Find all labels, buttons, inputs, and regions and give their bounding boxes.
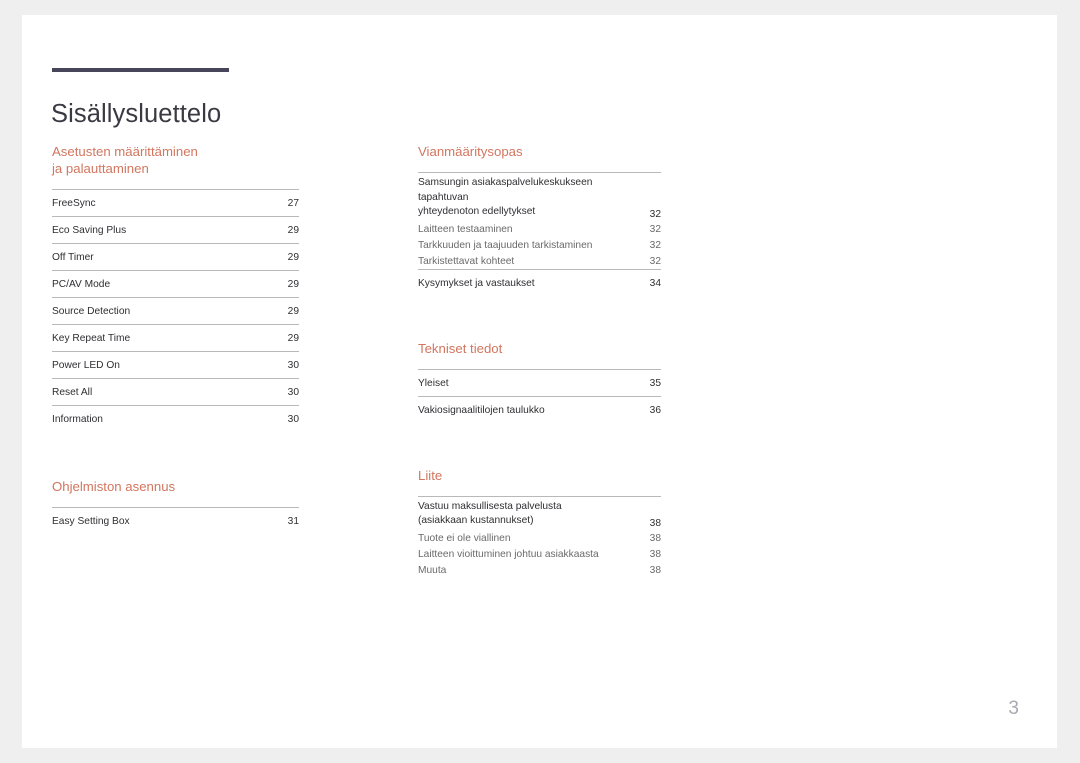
toc-entry-page-number: 32 — [649, 223, 661, 235]
toc-entry-label: FreeSync — [52, 189, 269, 217]
toc-entry-label: Key Repeat Time — [52, 324, 269, 352]
toc-table: Yleiset 35 Vakiosignaalitilojen taulukko 36 — [418, 368, 661, 423]
toc-entry-page-number: 27 — [269, 189, 299, 217]
document-page: Sisällysluettelo Asetusten määrittäminen… — [22, 15, 1057, 748]
toc-section-heading: Ohjelmiston asennus — [52, 479, 176, 494]
toc-entry-row[interactable]: Tarkkuuden ja taajuuden tarkistaminen 32 — [418, 237, 661, 253]
toc-table: FreeSync 27 Eco Saving Plus 29 Off Timer 29 PC… — [52, 189, 299, 432]
toc-entry-row[interactable]: Power LED On 30 — [52, 351, 299, 379]
toc-entry-page-number: 29 — [269, 324, 299, 352]
title-rule — [52, 68, 229, 72]
toc-entry-page-number: 32 — [631, 172, 661, 221]
toc-entry-row[interactable]: Laitteen testaaminen 32 — [418, 221, 661, 237]
toc-entry-page-number: 38 — [631, 495, 661, 530]
toc-entry-page-number: 32 — [649, 255, 661, 267]
toc-entry-row[interactable]: Muuta 38 — [418, 562, 661, 578]
toc-entry-label: Tarkistettavat kohteet — [418, 255, 515, 267]
toc-entry-page-number: 35 — [631, 368, 661, 396]
toc-entry-label: Kysymykset ja vastaukset — [418, 268, 631, 296]
toc-entry-page-number: 38 — [649, 548, 661, 560]
toc-entry-page-number: 29 — [269, 297, 299, 325]
toc-entry-row[interactable]: Key Repeat Time 29 — [52, 324, 299, 352]
toc-entry-label: Laitteen testaaminen — [418, 223, 513, 235]
toc-entry-row[interactable]: Off Timer 29 — [52, 243, 299, 271]
toc-entry-row[interactable]: Source Detection 29 — [52, 297, 299, 325]
toc-entry-page-number: 38 — [649, 532, 661, 544]
toc-entry-label: Easy Setting Box — [52, 507, 269, 534]
toc-section-heading: Vianmääritysopas — [418, 144, 523, 159]
toc-entry-label: Information — [52, 405, 269, 432]
toc-section: Tekniset tiedot Yleiset 35 Vakiosignaalitil… — [418, 340, 661, 423]
toc-entry-page-number: 30 — [269, 378, 299, 406]
toc-entry-row[interactable]: FreeSync 27 — [52, 189, 299, 217]
toc-column-right: Vianmääritysopas Samsungin asiakaspalvelu… — [418, 143, 661, 578]
toc-entry-label: Off Timer — [52, 243, 269, 271]
toc-table: Easy Setting Box 31 — [52, 507, 299, 534]
toc-entry-row[interactable]: Tarkistettavat kohteet 32 — [418, 253, 661, 270]
toc-entry-row[interactable]: Easy Setting Box 31 — [52, 507, 299, 534]
toc-entry-label: Vakiosignaalitilojen taulukko — [418, 395, 631, 423]
toc-section-heading: Asetusten määrittäminen ja palauttaminen — [52, 144, 198, 176]
toc-entry-page-number: 29 — [269, 270, 299, 298]
toc-entry-label: Muuta — [418, 564, 447, 576]
toc-entry-row[interactable]: Reset All 30 — [52, 378, 299, 406]
toc-entry-row[interactable]: PC/AV Mode 29 — [52, 270, 299, 298]
toc-section: Liite Vastuu maksullisesta palvelusta (as… — [418, 467, 661, 578]
toc-entry-label: Laitteen vioittuminen johtuu asiakkaasta — [418, 548, 599, 560]
toc-entry-label: Vastuu maksullisesta palvelusta (asiakka… — [418, 495, 631, 530]
toc-entry-label: Source Detection — [52, 297, 269, 325]
toc-entry-row[interactable]: Yleiset 35 — [418, 368, 661, 396]
toc-entry-row[interactable]: Vastuu maksullisesta palvelusta (asiakka… — [418, 495, 661, 530]
toc-section: Asetusten määrittäminen ja palauttaminen… — [52, 143, 299, 432]
toc-entry-page-number: 31 — [269, 507, 299, 534]
toc-entry-page-number: 30 — [269, 405, 299, 432]
toc-entry-label: Power LED On — [52, 351, 269, 379]
toc-section-heading: Tekniset tiedot — [418, 340, 503, 356]
toc-entry-label: Tuote ei ole viallinen — [418, 532, 511, 544]
toc-entry-page-number: 29 — [269, 243, 299, 271]
toc-entry-label: Tarkkuuden ja taajuuden tarkistaminen — [418, 239, 593, 251]
toc-entry-row[interactable]: Kysymykset ja vastaukset 34 — [418, 268, 661, 296]
toc-entry-page-number: 32 — [649, 239, 661, 251]
toc-entry-label: Samsungin asiakaspalvelukeskukseen tapah… — [418, 172, 631, 221]
toc-entry-label: Eco Saving Plus — [52, 216, 269, 244]
toc-entry-page-number: 38 — [649, 564, 661, 576]
page-title: Sisällysluettelo — [51, 100, 222, 129]
toc-entry-row[interactable]: Eco Saving Plus 29 — [52, 216, 299, 244]
toc-entry-page-number: 36 — [631, 395, 661, 423]
toc-entry-label: Yleiset — [418, 368, 631, 396]
toc-entry-label: PC/AV Mode — [52, 270, 269, 298]
toc-entry-row[interactable]: Samsungin asiakaspalvelukeskukseen tapah… — [418, 172, 661, 221]
toc-entry-page-number: 30 — [269, 351, 299, 379]
toc-entry-row[interactable]: Vakiosignaalitilojen taulukko 36 — [418, 395, 661, 423]
toc-table: Vastuu maksullisesta palvelusta (asiakka… — [418, 495, 661, 578]
toc-entry-page-number: 34 — [631, 268, 661, 296]
page-number: 3 — [1008, 698, 1019, 719]
toc-section: Vianmääritysopas Samsungin asiakaspalvelu… — [418, 143, 661, 296]
toc-entry-label: Reset All — [52, 378, 269, 406]
toc-entry-row[interactable]: Laitteen vioittuminen johtuu asiakkaasta… — [418, 546, 661, 562]
toc-section-heading: Liite — [418, 467, 443, 483]
toc-entry-row[interactable]: Information 30 — [52, 405, 299, 432]
toc-section: Ohjelmiston asennus Easy Setting Box 31 — [52, 478, 299, 534]
toc-column-left: Asetusten määrittäminen ja palauttaminen… — [52, 143, 299, 534]
toc-entry-row[interactable]: Tuote ei ole viallinen 38 — [418, 530, 661, 546]
toc-entry-page-number: 29 — [269, 216, 299, 244]
toc-table: Samsungin asiakaspalvelukeskukseen tapah… — [418, 172, 661, 296]
